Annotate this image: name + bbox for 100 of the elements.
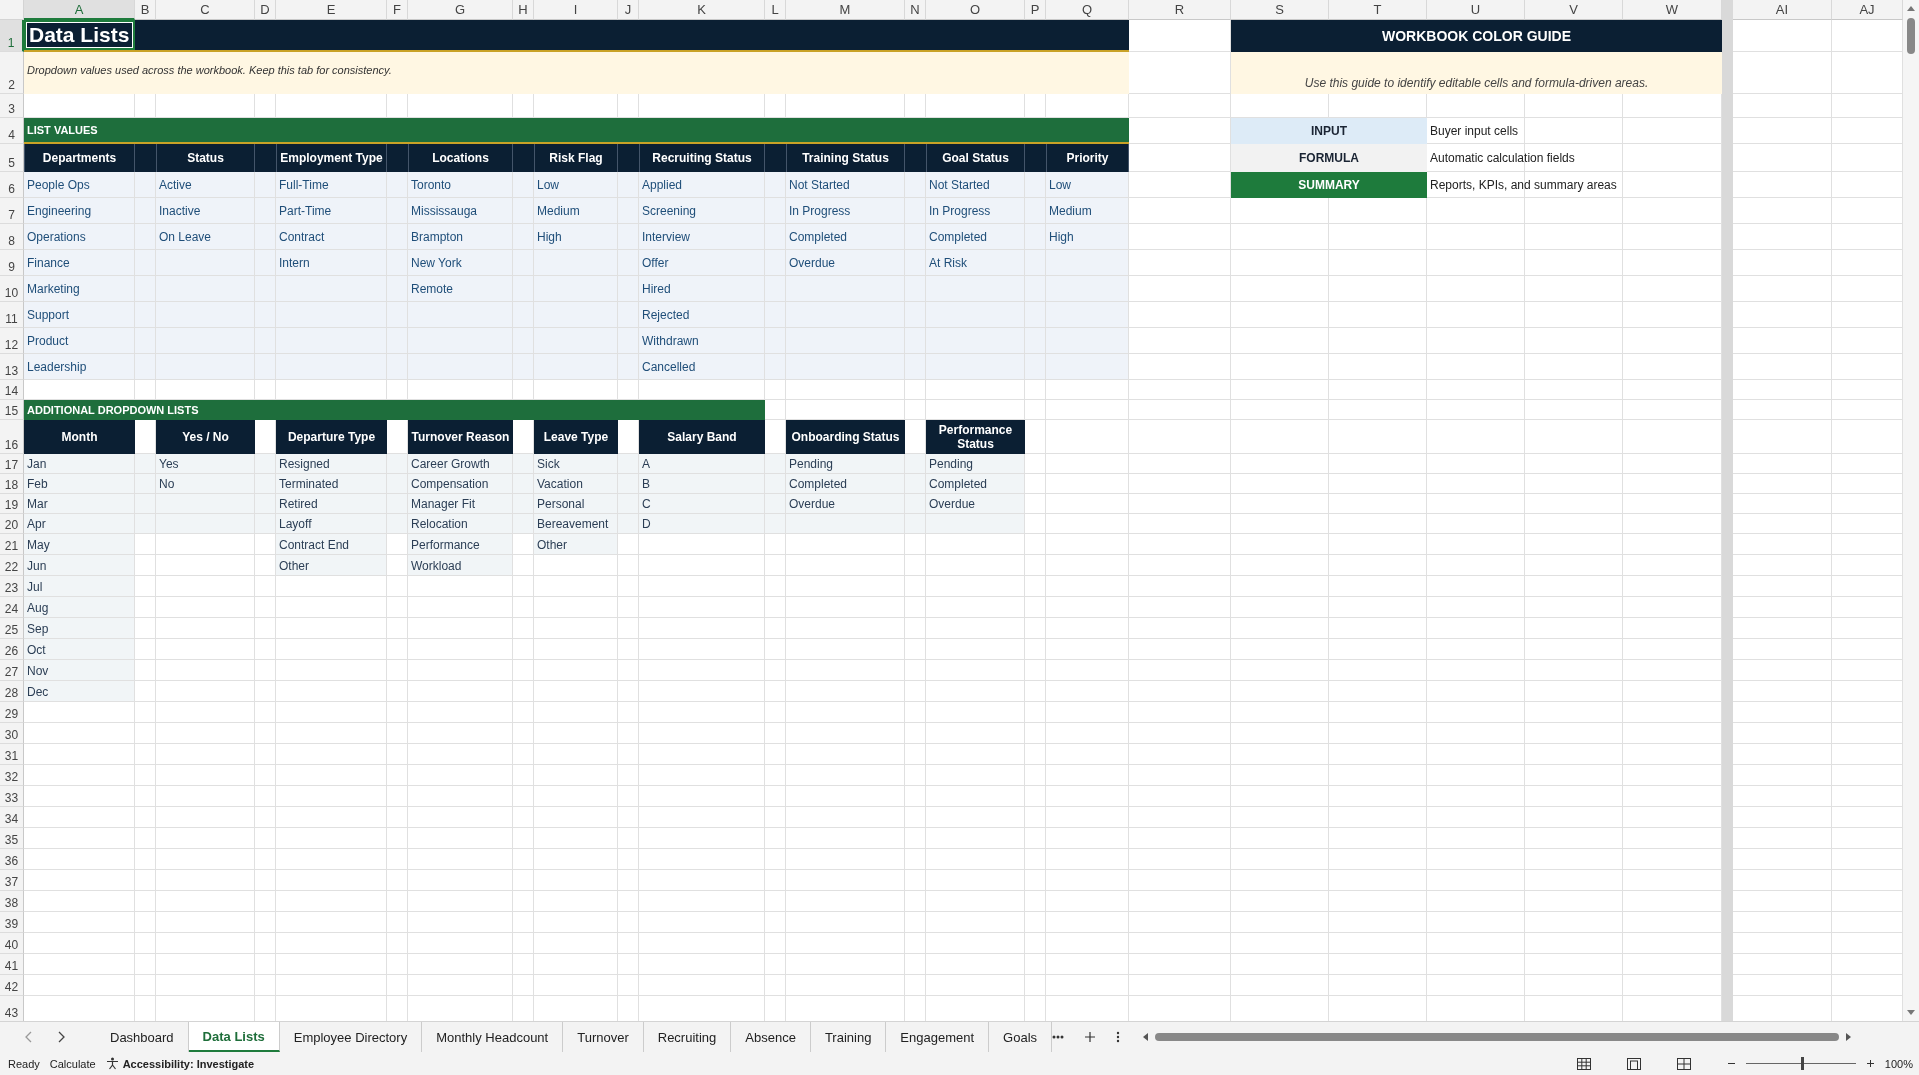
sheet-tab[interactable]: Data Lists	[188, 1022, 280, 1052]
list-value[interactable]: Completed	[786, 224, 905, 250]
horizontal-scrollbar[interactable]	[1142, 1032, 1853, 1043]
column-header[interactable]: D	[255, 0, 276, 20]
row-header[interactable]: 9	[0, 250, 24, 276]
column-header[interactable]: J	[618, 0, 639, 20]
list-value[interactable]: Active	[156, 172, 255, 198]
row-header[interactable]: 27	[0, 660, 24, 681]
row-header[interactable]: 41	[0, 954, 24, 975]
list-value[interactable]: Jan	[24, 454, 135, 474]
list-value[interactable]: Vacation	[534, 474, 618, 494]
list-value[interactable]: Jun	[24, 555, 135, 576]
column-header[interactable]: C	[156, 0, 255, 20]
column-header[interactable]: O	[926, 0, 1025, 20]
list-value[interactable]: In Progress	[926, 198, 1025, 224]
normal-view-icon[interactable]	[1576, 1057, 1591, 1070]
next-sheet-icon[interactable]	[56, 1031, 66, 1044]
list-value[interactable]: Overdue	[926, 494, 1025, 514]
column-header[interactable]: R	[1129, 0, 1231, 20]
accessibility-icon[interactable]	[105, 1057, 119, 1070]
row-header[interactable]: 34	[0, 807, 24, 828]
row-header[interactable]: 26	[0, 639, 24, 660]
list-value[interactable]: Mississauga	[408, 198, 513, 224]
add-sheet-icon[interactable]	[1084, 1031, 1097, 1044]
row-header[interactable]: 37	[0, 870, 24, 891]
list-value[interactable]: Intern	[276, 250, 387, 276]
list-value[interactable]: Low	[534, 172, 618, 198]
row-header[interactable]: 42	[0, 975, 24, 996]
row-header[interactable]: 19	[0, 494, 24, 514]
list-value[interactable]: Bereavement	[534, 514, 618, 534]
list-value[interactable]: Full-Time	[276, 172, 387, 198]
row-header[interactable]: 38	[0, 891, 24, 912]
list-value[interactable]: Relocation	[408, 514, 513, 534]
list-value[interactable]: Aug	[24, 597, 135, 618]
list-value[interactable]: Apr	[24, 514, 135, 534]
row-header[interactable]: 2	[0, 52, 24, 94]
list-value[interactable]: Inactive	[156, 198, 255, 224]
list-value[interactable]: Resigned	[276, 454, 387, 474]
zoom-in-icon[interactable]	[1865, 1059, 1875, 1068]
list-value[interactable]: On Leave	[156, 224, 255, 250]
list-value[interactable]: Sick	[534, 454, 618, 474]
list-value[interactable]: Not Started	[926, 172, 1025, 198]
list-value[interactable]: Support	[24, 302, 135, 328]
list-value[interactable]: Other	[534, 534, 618, 555]
list-value[interactable]: Manager Fit	[408, 494, 513, 514]
column-header[interactable]: L	[765, 0, 786, 20]
column-header[interactable]: E	[276, 0, 387, 20]
row-header[interactable]: 29	[0, 702, 24, 723]
row-header[interactable]: 32	[0, 765, 24, 786]
scroll-thumb[interactable]	[1155, 1033, 1840, 1042]
column-header[interactable]: AJ	[1832, 0, 1903, 20]
column-header[interactable]: V	[1525, 0, 1623, 20]
row-header[interactable]: 31	[0, 744, 24, 765]
column-header[interactable]: P	[1025, 0, 1046, 20]
row-header[interactable]: 30	[0, 723, 24, 744]
row-header[interactable]: 11	[0, 302, 24, 328]
list-value[interactable]: Completed	[926, 474, 1025, 494]
scroll-up-icon[interactable]	[1906, 4, 1916, 12]
list-value[interactable]: Brampton	[408, 224, 513, 250]
list-value[interactable]: Jul	[24, 576, 135, 597]
row-header[interactable]: 13	[0, 354, 24, 380]
list-value[interactable]: Pending	[926, 454, 1025, 474]
list-value[interactable]: High	[534, 224, 618, 250]
scroll-left-icon[interactable]	[1142, 1032, 1150, 1043]
row-header[interactable]: 43	[0, 996, 24, 1022]
row-header[interactable]: 18	[0, 474, 24, 494]
scroll-right-icon[interactable]	[1845, 1032, 1853, 1043]
sheet-title[interactable]: Data Lists	[24, 20, 135, 50]
list-value[interactable]: In Progress	[786, 198, 905, 224]
list-value[interactable]: Sep	[24, 618, 135, 639]
row-header[interactable]: 22	[0, 555, 24, 576]
vertical-scrollbar[interactable]	[1903, 0, 1919, 1022]
list-value[interactable]: Completed	[786, 474, 905, 494]
list-value[interactable]: Part-Time	[276, 198, 387, 224]
row-header[interactable]: 1	[0, 20, 24, 52]
column-header[interactable]: F	[387, 0, 408, 20]
list-value[interactable]: Oct	[24, 639, 135, 660]
list-value[interactable]: Toronto	[408, 172, 513, 198]
row-header[interactable]: 4	[0, 118, 24, 144]
zoom-thumb[interactable]	[1800, 1057, 1804, 1070]
list-value[interactable]: Yes	[156, 454, 255, 474]
row-header[interactable]: 12	[0, 328, 24, 354]
list-value[interactable]: Remote	[408, 276, 513, 302]
scroll-thumb[interactable]	[1907, 18, 1915, 54]
list-value[interactable]: Screening	[639, 198, 765, 224]
list-value[interactable]: Hired	[639, 276, 765, 302]
column-header[interactable]: B	[135, 0, 156, 20]
list-value[interactable]: A	[639, 454, 765, 474]
list-value[interactable]: Performance	[408, 534, 513, 555]
list-value[interactable]: Rejected	[639, 302, 765, 328]
list-value[interactable]: Workload	[408, 555, 513, 576]
list-value[interactable]: D	[639, 514, 765, 534]
accessibility-status[interactable]: Accessibility: Investigate	[122, 1057, 255, 1070]
list-value[interactable]: Layoff	[276, 514, 387, 534]
list-value[interactable]: Medium	[1046, 198, 1129, 224]
column-header[interactable]: A	[24, 0, 135, 20]
list-value[interactable]: Contract	[276, 224, 387, 250]
column-header[interactable]: N	[905, 0, 926, 20]
list-value[interactable]: Terminated	[276, 474, 387, 494]
row-header[interactable]: 16	[0, 420, 24, 454]
